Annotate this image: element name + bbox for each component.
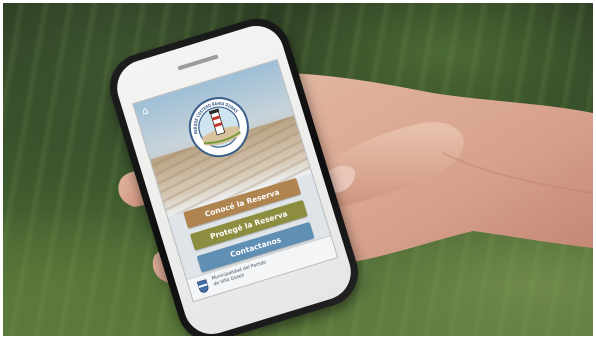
municipal-crest-icon bbox=[196, 279, 209, 293]
photo: ⌂ PARQUE COSTERO BAHÍA DUNAS Conocé la R… bbox=[3, 3, 593, 336]
scene: ⌂ PARQUE COSTERO BAHÍA DUNAS Conocé la R… bbox=[0, 0, 596, 339]
